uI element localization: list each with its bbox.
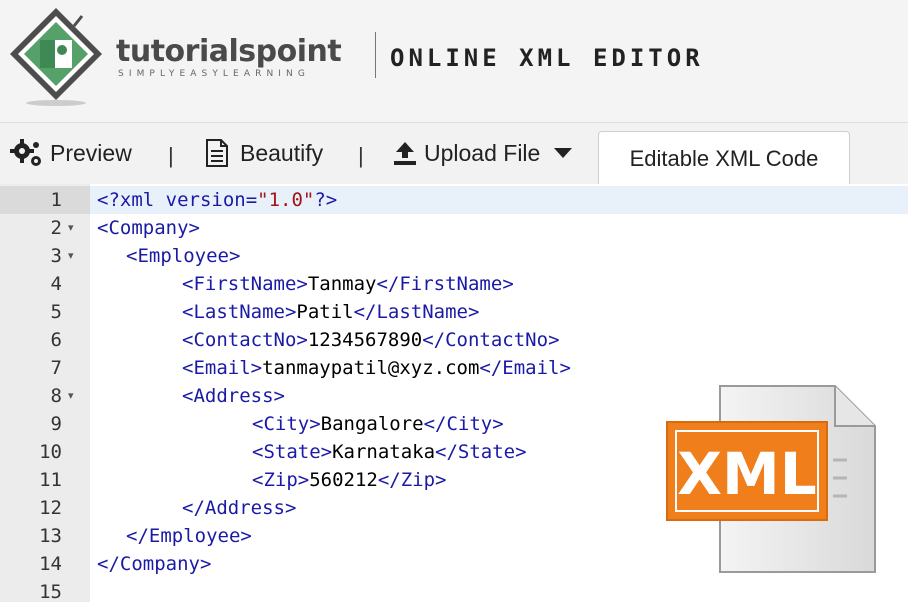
xml-tag: </LastName> — [353, 301, 480, 323]
caret-down-icon[interactable] — [552, 146, 574, 160]
xml-tag: <LastName> — [182, 301, 297, 323]
code-text[interactable]: <ContactNo>1234567890</ContactNo> — [182, 326, 560, 354]
upload-file-label: Upload File — [424, 139, 541, 166]
code-text[interactable]: <State>Karnataka</State> — [252, 438, 527, 466]
xml-tag: </Company> — [97, 553, 212, 575]
xml-tag: <Company> — [97, 217, 200, 239]
beautify-label: Beautify — [240, 139, 324, 166]
code-text[interactable]: <Address> — [182, 382, 285, 410]
upload-icon — [394, 142, 416, 165]
tab-editable-xml-code[interactable]: Editable XML Code — [598, 131, 850, 186]
code-text[interactable]: <Zip>560212</Zip> — [252, 466, 446, 494]
code-line[interactable]: 4 <FirstName>Tanmay</FirstName> — [0, 270, 908, 298]
xml-tag: </ContactNo> — [422, 329, 560, 351]
code-line[interactable]: 2 ▾ <Company> — [0, 214, 908, 242]
line-number: 9 — [50, 413, 62, 435]
xml-text-value: tanmaypatil@xyz.com — [262, 357, 480, 379]
xml-tag: <Zip> — [252, 469, 310, 491]
tutorialspoint-logo-icon[interactable] — [6, 4, 106, 108]
code-text[interactable]: <LastName>Patil</LastName> — [182, 298, 479, 326]
xml-tag: </Address> — [182, 497, 297, 519]
fold-toggle-icon[interactable]: ▾ — [68, 214, 80, 242]
site-header: tutorialspoint SIMPLYEASYLEARNING ONLINE… — [0, 0, 908, 122]
xml-text-value: Bangalore — [320, 413, 424, 435]
line-number: 6 — [50, 329, 62, 351]
xml-declaration: ?> — [314, 189, 338, 211]
line-number: 4 — [50, 273, 62, 295]
code-line[interactable]: 1 <?xml version="1.0"?> — [0, 186, 908, 214]
brand-name: tutorialspoint — [116, 34, 342, 69]
upload-file-button[interactable]: Upload File — [392, 137, 574, 169]
preview-label: Preview — [50, 139, 132, 166]
header-divider — [375, 32, 376, 78]
xml-tag: </City> — [423, 413, 504, 435]
code-text[interactable]: <Company> — [97, 214, 200, 242]
fold-toggle-icon[interactable]: ▾ — [68, 382, 80, 410]
code-text[interactable]: </Address> — [182, 494, 296, 522]
line-number: 7 — [50, 357, 62, 379]
toolbar-separator: | — [168, 143, 174, 168]
tab-label: Editable XML Code — [629, 146, 819, 171]
line-number: 1 — [50, 189, 62, 211]
xml-string: "1.0" — [257, 189, 315, 211]
code-line[interactable]: 6 <ContactNo>1234567890</ContactNo> — [0, 326, 908, 354]
gears-icon — [10, 139, 41, 166]
line-number: 13 — [39, 525, 62, 547]
xml-text-value: 1234567890 — [307, 329, 423, 351]
line-number: 8 — [50, 385, 62, 407]
xml-tag: <Employee> — [126, 245, 241, 267]
code-line[interactable]: 5 <LastName>Patil</LastName> — [0, 298, 908, 326]
code-text[interactable]: <City>Bangalore</City> — [252, 410, 504, 438]
fold-toggle-icon[interactable]: ▾ — [68, 242, 80, 270]
line-number: 10 — [39, 441, 62, 463]
xml-text-value: Karnataka — [332, 441, 436, 463]
document-icon — [206, 139, 228, 167]
xml-declaration: <?xml version= — [97, 189, 258, 211]
preview-button[interactable]: Preview — [10, 137, 132, 169]
xml-badge-label: XML — [677, 440, 817, 508]
xml-tag: </Email> — [479, 357, 571, 379]
xml-tag: <Email> — [182, 357, 263, 379]
xml-tag: <City> — [252, 413, 321, 435]
line-number: 3 — [50, 245, 62, 267]
code-text[interactable]: <FirstName>Tanmay</FirstName> — [182, 270, 514, 298]
code-text[interactable]: <?xml version="1.0"?> — [97, 186, 337, 214]
editor-toolbar: Preview | Beautify | Upload File Editabl… — [0, 122, 908, 186]
xml-tag: </State> — [435, 441, 527, 463]
xml-tag: <FirstName> — [182, 273, 308, 295]
xml-text-value: Tanmay — [307, 273, 377, 295]
xml-tag: <State> — [252, 441, 333, 463]
code-text[interactable]: </Employee> — [126, 522, 252, 550]
beautify-button[interactable]: Beautify — [204, 137, 323, 169]
xml-text-value: Patil — [296, 301, 354, 323]
xml-tag: </Zip> — [377, 469, 447, 491]
code-line[interactable]: 7 <Email>tanmaypatil@xyz.com</Email> — [0, 354, 908, 382]
xml-text-value: 560212 — [309, 469, 378, 491]
toolbar-separator: | — [358, 143, 364, 168]
code-text[interactable]: </Company> — [97, 550, 211, 578]
line-number: 14 — [39, 553, 62, 575]
code-text[interactable]: <Email>tanmaypatil@xyz.com</Email> — [182, 354, 571, 382]
brand-tagline: SIMPLYEASYLEARNING — [118, 69, 310, 79]
line-number: 2 — [50, 217, 62, 239]
line-number: 5 — [50, 301, 62, 323]
xml-tag: </FirstName> — [376, 273, 514, 295]
xml-tag: <Address> — [182, 385, 285, 407]
line-number: 11 — [39, 469, 62, 491]
page-title: ONLINE XML EDITOR — [390, 44, 704, 72]
xml-tag: </Employee> — [126, 525, 252, 547]
code-line[interactable]: 3 ▾ <Employee> — [0, 242, 908, 270]
code-text[interactable]: <Employee> — [126, 242, 240, 270]
line-number: 12 — [39, 497, 62, 519]
xml-tag: <ContactNo> — [182, 329, 308, 351]
